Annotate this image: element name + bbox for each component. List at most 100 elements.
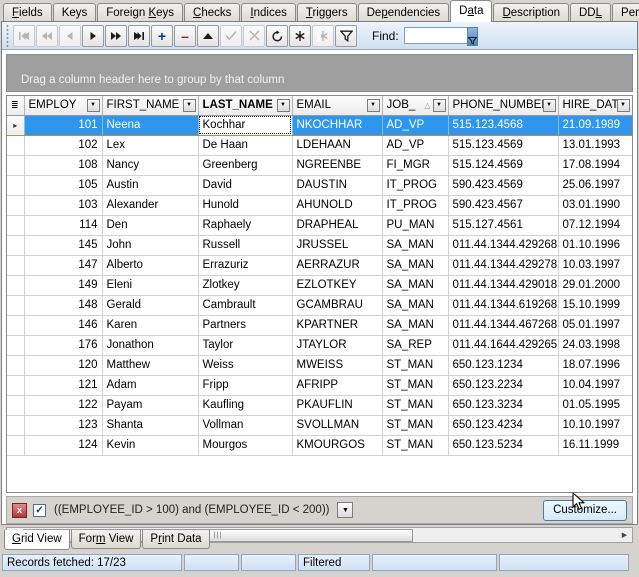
last-record-button[interactable] — [128, 24, 150, 47]
tab-description[interactable]: Description — [493, 3, 569, 22]
cell-last-name[interactable]: Vollman — [198, 415, 293, 436]
column-filter-dropdown-first-name[interactable]: ▼ — [182, 98, 196, 112]
cell-first-name[interactable]: Adam — [102, 375, 199, 396]
row-indicator[interactable] — [7, 235, 25, 256]
cell-job-id[interactable]: AD_VP — [382, 115, 449, 136]
cell-job-id[interactable]: IT_PROG — [382, 175, 449, 196]
cell-employee-id[interactable]: 108 — [24, 155, 103, 176]
cell-email[interactable]: KPARTNER — [292, 315, 383, 336]
cell-email[interactable]: JTAYLOR — [292, 335, 383, 356]
cell-hire-date[interactable]: 10.03.1997 — [558, 255, 632, 276]
cell-employee-id[interactable]: 123 — [24, 415, 103, 436]
row-indicator[interactable] — [7, 155, 25, 176]
table-row[interactable]: 147 Alberto Errazuriz AERRAZUR SA_MAN 011.44.… — [7, 255, 632, 276]
cell-employee-id[interactable]: 176 — [24, 335, 103, 356]
cell-phone-number[interactable]: 590.423.4567 — [448, 195, 559, 216]
cell-last-name[interactable]: Kaufling — [198, 395, 293, 416]
filter-close-button[interactable]: x — [12, 502, 27, 518]
column-header-email[interactable]: EMAIL ▼ — [292, 96, 383, 116]
cell-phone-number[interactable]: 650.123.1234 — [448, 355, 559, 376]
view-tab-print-data[interactable]: Print Data — [142, 530, 210, 549]
cell-email[interactable]: DAUSTIN — [292, 175, 383, 196]
column-filter-dropdown-job-id[interactable]: ▼ — [432, 98, 446, 112]
table-row[interactable]: 124 Kevin Mourgos KMOURGOS ST_MAN 650.123.523… — [7, 435, 632, 456]
cell-job-id[interactable]: AD_VP — [382, 135, 449, 156]
row-indicator[interactable] — [7, 335, 25, 356]
table-row[interactable]: 108 Nancy Greenberg NGREENBE FI_MGR 515.124.4… — [7, 155, 632, 176]
cell-hire-date[interactable]: 13.01.1993 — [558, 135, 632, 156]
cell-job-id[interactable]: SA_MAN — [382, 235, 449, 256]
cell-employee-id[interactable]: 101 — [24, 115, 103, 136]
cell-last-name[interactable]: Hunold — [198, 195, 293, 216]
tab-keys[interactable]: Keys — [52, 3, 97, 22]
row-indicator[interactable] — [7, 255, 25, 276]
cell-last-name[interactable]: Russell — [198, 235, 293, 256]
table-row[interactable]: 122 Payam Kaufling PKAUFLIN ST_MAN 650.123.32… — [7, 395, 632, 416]
cell-email[interactable]: SVOLLMAN — [292, 415, 383, 436]
cell-job-id[interactable]: SA_MAN — [382, 315, 449, 336]
table-row[interactable]: 146 Karen Partners KPARTNER SA_MAN 011.44.134… — [7, 315, 632, 336]
cell-hire-date[interactable]: 07.12.1994 — [558, 215, 632, 236]
column-header-employee-id[interactable]: EMPLOY ▼ — [24, 96, 103, 116]
cell-employee-id[interactable]: 147 — [24, 255, 103, 276]
cell-hire-date[interactable]: 17.08.1994 — [558, 155, 632, 176]
find-input[interactable] — [403, 27, 468, 44]
table-row[interactable]: 149 Eleni Zlotkey EZLOTKEY SA_MAN 011.44.1344… — [7, 275, 632, 296]
next-record-button[interactable] — [82, 24, 104, 47]
table-row[interactable]: 148 Gerald Cambrault GCAMBRAU SA_MAN 011.44.1… — [7, 295, 632, 316]
tab-fields[interactable]: Fields — [3, 3, 52, 22]
column-filter-dropdown-employee-id[interactable]: ▼ — [86, 98, 100, 112]
cell-first-name[interactable]: John — [102, 235, 199, 256]
filter-expression[interactable]: ((EMPLOYEE_ID > 100) and (EMPLOYEE_ID < … — [54, 504, 329, 516]
tab-dependencies[interactable]: Dependencies — [357, 3, 450, 22]
row-indicator[interactable] — [7, 295, 25, 316]
column-header-last-name[interactable]: LAST_NAME ▼ — [198, 96, 293, 116]
table-row[interactable]: 105 Austin David DAUSTIN IT_PROG 590.423.4569… — [7, 175, 632, 196]
cell-job-id[interactable]: ST_MAN — [382, 395, 449, 416]
cell-last-name[interactable]: Kochhar — [198, 115, 293, 136]
cell-first-name[interactable]: Eleni — [102, 275, 199, 296]
cell-last-name[interactable]: Taylor — [198, 335, 293, 356]
delete-record-button[interactable]: – — [174, 24, 196, 47]
table-row[interactable]: ▸ 101 Neena Kochhar NKOCHHAR AD_VP 515.123.456… — [7, 115, 632, 136]
cell-email[interactable]: MWEISS — [292, 355, 383, 376]
cell-phone-number[interactable]: 515.124.4569 — [448, 155, 559, 176]
column-header-first-name[interactable]: FIRST_NAME ▼ — [102, 96, 199, 116]
cell-employee-id[interactable]: 124 — [24, 435, 103, 456]
column-header-phone-number[interactable]: PHONE_NUMBER ▼ — [448, 96, 559, 116]
cell-hire-date[interactable]: 05.01.1997 — [558, 315, 632, 336]
table-row[interactable]: 123 Shanta Vollman SVOLLMAN ST_MAN 650.123.42… — [7, 415, 632, 436]
cell-hire-date[interactable]: 03.01.1990 — [558, 195, 632, 216]
cell-hire-date[interactable]: 01.10.1996 — [558, 235, 632, 256]
cell-last-name[interactable]: Mourgos — [198, 435, 293, 456]
cell-phone-number[interactable]: 515.123.4568 — [448, 115, 559, 136]
cell-phone-number[interactable]: 011.44.1644.429265 — [448, 335, 559, 356]
cell-email[interactable]: DRAPHEAL — [292, 215, 383, 236]
tab-indices[interactable]: Indices — [241, 3, 296, 22]
row-indicator[interactable] — [7, 415, 25, 436]
cell-last-name[interactable]: Weiss — [198, 355, 293, 376]
cell-phone-number[interactable]: 650.123.4234 — [448, 415, 559, 436]
cell-hire-date[interactable]: 16.11.1999 — [558, 435, 632, 456]
cell-job-id[interactable]: IT_PROG — [382, 195, 449, 216]
cell-last-name[interactable]: Errazuriz — [198, 255, 293, 276]
view-tab-form-view[interactable]: Form View — [70, 530, 142, 549]
cell-job-id[interactable]: ST_MAN — [382, 435, 449, 456]
cell-job-id[interactable]: SA_MAN — [382, 255, 449, 276]
table-row[interactable]: 121 Adam Fripp AFRIPP ST_MAN 650.123.2234 10.0… — [7, 375, 632, 396]
cell-first-name[interactable]: Payam — [102, 395, 199, 416]
cell-email[interactable]: PKAUFLIN — [292, 395, 383, 416]
insert-record-button[interactable]: + — [151, 24, 173, 47]
cell-job-id[interactable]: SA_MAN — [382, 295, 449, 316]
tab-data[interactable]: Data — [450, 0, 493, 22]
row-indicator[interactable] — [7, 135, 25, 156]
cell-last-name[interactable]: Fripp — [198, 375, 293, 396]
cell-email[interactable]: EZLOTKEY — [292, 275, 383, 296]
cell-hire-date[interactable]: 10.10.1997 — [558, 415, 632, 436]
cell-first-name[interactable]: Den — [102, 215, 199, 236]
table-row[interactable]: 176 Jonathon Taylor JTAYLOR SA_REP 011.44.164… — [7, 335, 632, 356]
toolbar-drag-grip[interactable] — [4, 24, 11, 47]
cell-job-id[interactable]: ST_MAN — [382, 355, 449, 376]
tab-permissions[interactable]: Permissions — [612, 3, 639, 22]
customize-button[interactable]: Customize... — [543, 499, 627, 521]
